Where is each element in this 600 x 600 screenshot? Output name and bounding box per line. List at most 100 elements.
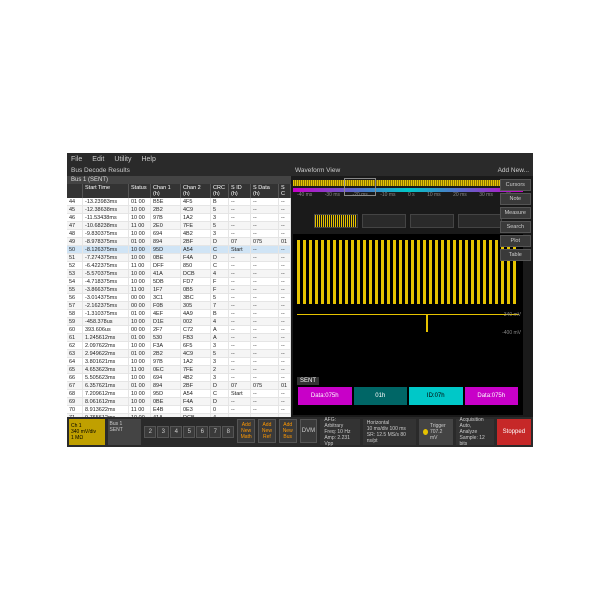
menu-help[interactable]: Help	[141, 156, 155, 163]
table-row[interactable]: 687.209612ms10 0095DA54CStart----	[67, 390, 291, 398]
add-math-button[interactable]: Add New Math	[237, 419, 255, 443]
trigger-led-icon	[423, 429, 428, 435]
table-row[interactable]: 632.949622ms01 002B24C95------	[67, 350, 291, 358]
main-waveform[interactable]: 2.54 V 340 mV -400 mV SENT Data:075h01hI…	[293, 234, 523, 415]
menu-utility[interactable]: Utility	[114, 156, 131, 163]
table-row[interactable]: 643.801621ms10 0097B1A23------	[67, 358, 291, 366]
dvm-button[interactable]: DVM	[300, 419, 318, 443]
table-row[interactable]: 45-12.38638ms10 002B24C95------	[67, 206, 291, 214]
table-row[interactable]: 57-2.162375ms00 00F0B3057------	[67, 302, 291, 310]
waveform-title: Waveform View	[295, 167, 340, 174]
channel-2-button[interactable]: 2	[144, 426, 156, 438]
table-row[interactable]: 53-5.570375ms10 0041ADCB4------	[67, 270, 291, 278]
note-button[interactable]: Note	[500, 193, 531, 205]
search-button[interactable]: Search	[500, 221, 531, 233]
afg-title: AFG: Arbitrary	[324, 417, 355, 429]
table-row[interactable]: 676.357621ms01 008942BFD0707501	[67, 382, 291, 390]
horizontal-info[interactable]: Horizontal 10 ms/div 100 ms SR: 12.5 MS/…	[363, 419, 416, 445]
thumb-1[interactable]	[314, 214, 358, 228]
table-row[interactable]: 58-1.310375ms01 004EF4A9B------	[67, 310, 291, 318]
col-index[interactable]	[67, 184, 83, 198]
decode-packet[interactable]: Data:075h	[465, 387, 519, 405]
table-row[interactable]: 50-8.126375ms10 0095DA54CStart----	[67, 246, 291, 254]
table-row[interactable]: 52-6.422375ms11 00DFF850C------	[67, 262, 291, 270]
decode-bus-label[interactable]: Bus 1 (SENT)	[67, 176, 291, 184]
decode-packet[interactable]: Data:075h	[298, 387, 352, 405]
channel-6-button[interactable]: 6	[196, 426, 208, 438]
acq-mode: Auto, Analyze	[460, 423, 490, 435]
thumb-3[interactable]	[410, 214, 454, 228]
waveform-header: Waveform View Add New...	[291, 165, 533, 176]
sent-bus-badge[interactable]: SENT	[297, 377, 319, 385]
channel-8-button[interactable]: 8	[222, 426, 234, 438]
channel-1-badge[interactable]: Ch 1 340 mV/div 1 MΩ	[69, 419, 105, 445]
table-row[interactable]: 622.097622ms10 00F3A6F53------	[67, 342, 291, 350]
table-row[interactable]: 698.061612ms10 000BEF4AD------	[67, 398, 291, 406]
voltage-low: -400 mV	[502, 330, 521, 336]
trig-level: 707.2 mV	[430, 429, 449, 441]
table-row[interactable]: 48-9.830375ms10 006944B23------	[67, 230, 291, 238]
table-row[interactable]: 47-10.68238ms11 002E07FE5------	[67, 222, 291, 230]
table-button[interactable]: Table	[500, 249, 531, 261]
decode-title: Bus Decode Results	[67, 165, 291, 176]
afg-info[interactable]: AFG: Arbitrary Freq: 10 Hz Amp: 2.231 Vp…	[320, 419, 359, 445]
decode-table-header: Start Time Status Chan 1 (h) Chan 2 (h) …	[67, 184, 291, 198]
col-sid[interactable]: S ID (h)	[229, 184, 251, 198]
thumb-4[interactable]	[458, 214, 502, 228]
col-crc[interactable]: CRC (h)	[211, 184, 229, 198]
acquisition-info[interactable]: Acquisition Auto, Analyze Sample: 12 bit…	[456, 419, 494, 445]
menu-edit[interactable]: Edit	[92, 156, 104, 163]
table-row[interactable]: 654.653623ms11 000EC7FE2------	[67, 366, 291, 374]
ch1-impedance: 1 MΩ	[71, 435, 103, 441]
measure-button[interactable]: Measure	[500, 207, 531, 219]
overview-strip[interactable]: -40 ms-30 ms-20 ms-10 ms0 s10 ms20 ms30 …	[293, 178, 523, 208]
acq-sample: Sample: 12 bits	[460, 435, 490, 447]
oscilloscope-app: File Edit Utility Help Bus Decode Result…	[67, 153, 533, 447]
overview-decode	[293, 188, 523, 192]
table-row[interactable]: 59-458.378us10 00D1E0024------	[67, 318, 291, 326]
thumbnail-row	[293, 212, 523, 230]
table-row[interactable]: 708.913622ms11 00E4B0E30------	[67, 406, 291, 414]
add-ref-button[interactable]: Add New Ref	[258, 419, 276, 443]
bus-1-badge[interactable]: Bus 1 SENT	[108, 419, 142, 445]
table-row[interactable]: 46-11.53438ms10 0097B1A23------	[67, 214, 291, 222]
col-chan2[interactable]: Chan 2 (h)	[181, 184, 211, 198]
col-chan1[interactable]: Chan 1 (h)	[151, 184, 181, 198]
channel-4-button[interactable]: 4	[170, 426, 182, 438]
main-area: Bus Decode Results Bus 1 (SENT) Start Ti…	[67, 165, 533, 417]
menubar: File Edit Utility Help	[67, 153, 533, 165]
decode-table-body[interactable]: 44-13.23983ms01 00B5E4F5B------45-12.386…	[67, 198, 291, 417]
channel-3-button[interactable]: 3	[157, 426, 169, 438]
thumb-2[interactable]	[362, 214, 406, 228]
channel-7-button[interactable]: 7	[209, 426, 221, 438]
col-start-time[interactable]: Start Time	[83, 184, 129, 198]
waveform-panel: Waveform View Add New... Cursors Note Me…	[291, 165, 533, 417]
table-row[interactable]: 55-3.866375ms11 001F70B5F------	[67, 286, 291, 294]
cursors-button[interactable]: Cursors	[500, 179, 531, 191]
protocol-decode-strip[interactable]: Data:075h01hID:07hData:075h	[297, 387, 519, 405]
trigger-badge[interactable]: Trigger 707.2 mV	[419, 419, 453, 445]
table-row[interactable]: 44-13.23983ms01 00B5E4F5B------	[67, 198, 291, 206]
decode-packet[interactable]: 01h	[354, 387, 408, 405]
table-row[interactable]: 665.505623ms10 006944B23------	[67, 374, 291, 382]
table-row[interactable]: 56-3.014375ms00 003C13BC5------	[67, 294, 291, 302]
add-new-label: Add New...	[498, 167, 529, 174]
table-row[interactable]: 54-4.718375ms10 005DBFD7F------	[67, 278, 291, 286]
table-row[interactable]: 49-8.978375ms01 008942BFD0707501	[67, 238, 291, 246]
table-row[interactable]: 611.245612ms01 00530FB3A------	[67, 334, 291, 342]
table-row[interactable]: 60393.606us00 002F7C72A------	[67, 326, 291, 334]
run-stop-button[interactable]: Stopped	[497, 419, 531, 445]
col-sdata[interactable]: S Data (h)	[251, 184, 279, 198]
menu-file[interactable]: File	[71, 156, 82, 163]
add-bus-button[interactable]: Add New Bus	[279, 419, 297, 443]
bus-type: SENT	[110, 427, 140, 433]
digital-waveform	[297, 240, 519, 304]
col-status[interactable]: Status	[129, 184, 151, 198]
plot-button[interactable]: Plot	[500, 235, 531, 247]
zoom-selection[interactable]	[344, 178, 376, 196]
col-so[interactable]: S C	[279, 184, 291, 198]
table-row[interactable]: 51-7.274375ms10 000BEF4AD------	[67, 254, 291, 262]
decode-packet[interactable]: ID:07h	[409, 387, 463, 405]
channel-5-button[interactable]: 5	[183, 426, 195, 438]
analog-dip	[426, 314, 428, 332]
